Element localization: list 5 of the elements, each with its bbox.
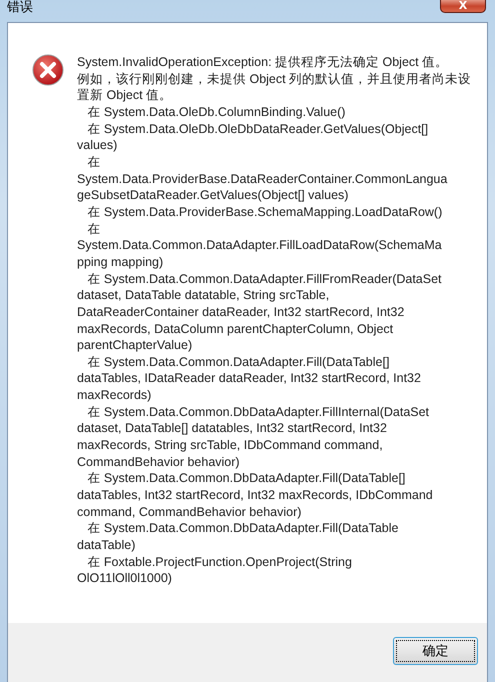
error-icon	[32, 54, 64, 86]
ok-button[interactable]: 确定	[393, 636, 478, 664]
window-title: 错误	[7, 0, 33, 15]
close-button[interactable]: X	[440, 0, 486, 13]
error-message: System.InvalidOperationException: 提供程序无法确定 Object 值。 例如，该行刚刚创建，未提供 Object 列的默认值，并且使用者尚未设 置新 Object 值。 在 System.Data.OleDb.ColumnBinding.Value() 在 System.Data.OleDb.OleDbDataReader.GetValues(Object[] values) 在 System.Data.ProviderBase.DataReaderContainer.CommonLangua geSubsetDataReader.GetValues(Object[] values) 在 System.Data.ProviderBase.SchemaMapping.LoadDataRow() 在 System.Data.Common.DataAdapter.FillLoadDataRow(SchemaMa pping mapping) 在 System.Data.Common.DataAdapter.FillFromReader(DataSet dataset, DataTable datatable, String srcTable, DataReaderContainer dataReader, Int32 startRecord, Int32 maxRecords, DataColumn parentChapterColumn, Object parentChapterValue) 在 System.Data.Common.DataAdapter.Fill(DataTable[] dataTables, IDataReader dataReader, Int32 startRecord, Int32 maxRecords) 在 System.Data.Common.DbDataAdapter.FillInternal(DataSet dataset, DataTable[] datatables, Int32 startRecord, Int32 maxRecords, String srcTable, IDbCommand command, CommandBehavior behavior) 在 System.Data.Common.DbDataAdapter.Fill(DataTable[] dataTables, Int32 startRecord, Int32 maxRecords, IDbCommand command, CommandBehavior behavior) 在 System.Data.Common.DbDataAdapter.Fill(DataTable dataTable) 在 Foxtable.ProjectFunction.OpenProject(String OlO11lOll0l1000)	[77, 54, 472, 587]
